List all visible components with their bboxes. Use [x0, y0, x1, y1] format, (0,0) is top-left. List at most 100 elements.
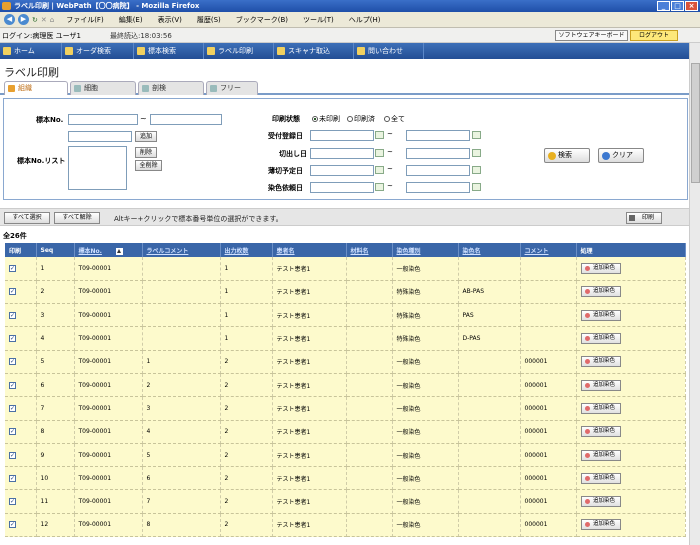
back-icon[interactable]: ◀ [4, 14, 15, 25]
close-icon[interactable]: × [685, 1, 698, 11]
cutting-to-input[interactable] [406, 148, 470, 159]
table-row[interactable]: ✓ 1 T09-00001 1 テスト患者1 一般染色 追加染色 [5, 257, 686, 281]
staining-from-input[interactable] [310, 182, 374, 193]
table-row[interactable]: ✓ 2 T09-00001 1 テスト患者1 特殊染色 AB-PAS 追加染色 [5, 280, 686, 305]
specimen-no-to-input[interactable] [150, 114, 222, 125]
delete-all-button[interactable]: 全削除 [135, 160, 162, 171]
software-keyboard-button[interactable]: ソフトウェアキーボード [555, 30, 628, 41]
clear-button[interactable]: クリア [598, 148, 644, 163]
radio-all[interactable]: 全て [384, 114, 405, 124]
table-row[interactable]: ✓ 3 T09-00001 1 テスト患者1 特殊染色 PAS 追加染色 [5, 303, 686, 328]
menu-view[interactable]: 表示(V) [155, 15, 185, 25]
print-checkbox[interactable]: ✓ [9, 428, 16, 436]
select-all-button[interactable]: すべて選択 [4, 212, 50, 224]
col-material-name[interactable]: 材料名 [346, 243, 393, 257]
tab-cell[interactable]: 細胞 [70, 81, 136, 95]
calendar-icon[interactable] [375, 183, 384, 191]
table-row[interactable]: ✓ 7 T09-00001 3 2 テスト患者1 一般染色 000001 追加染色 [5, 396, 686, 421]
deselect-all-button[interactable]: すべて解除 [54, 212, 100, 224]
table-row[interactable]: ✓ 4 T09-00001 1 テスト患者1 特殊染色 D-PAS 追加染色 [5, 326, 686, 351]
menu-tools[interactable]: ツール(T) [300, 15, 337, 25]
search-button[interactable]: 検索 [544, 148, 590, 163]
tab-tissue[interactable]: 組織 [4, 81, 68, 95]
col-output-count[interactable]: 出力枚数 [220, 243, 273, 257]
minimize-icon[interactable]: _ [657, 1, 670, 11]
add-stain-button[interactable]: 追加染色 [580, 333, 621, 345]
sort-asc-icon[interactable] [115, 247, 123, 255]
print-checkbox[interactable]: ✓ [9, 264, 16, 272]
table-row[interactable]: ✓ 5 T09-00001 1 2 テスト患者1 一般染色 000001 追加染色 [5, 350, 686, 374]
calendar-icon[interactable] [472, 149, 481, 157]
add-stain-button[interactable]: 追加染色 [580, 402, 621, 414]
calendar-icon[interactable] [472, 166, 481, 174]
add-stain-button[interactable]: 追加染色 [580, 356, 621, 368]
calendar-icon[interactable] [472, 183, 481, 191]
nav-label-print[interactable]: ラベル印刷 [204, 43, 274, 59]
col-comment[interactable]: コメント [520, 243, 577, 257]
staining-to-input[interactable] [406, 182, 470, 193]
radio-printed[interactable]: 印刷済 [347, 114, 375, 124]
add-stain-button[interactable]: 追加染色 [580, 496, 621, 508]
nav-order-search[interactable]: オーダ検索 [62, 43, 134, 59]
print-checkbox[interactable]: ✓ [9, 381, 16, 389]
add-stain-button[interactable]: 追加染色 [580, 286, 621, 298]
page-scrollbar[interactable] [689, 43, 700, 545]
print-button[interactable]: 印刷 [626, 212, 662, 224]
table-row[interactable]: ✓ 6 T09-00001 2 2 テスト患者1 一般染色 000001 追加染色 [5, 373, 686, 398]
calendar-icon[interactable] [375, 149, 384, 157]
add-stain-button[interactable]: 追加染色 [580, 449, 621, 461]
menu-history[interactable]: 履歴(S) [194, 15, 224, 25]
add-button[interactable]: 追加 [135, 131, 157, 142]
print-checkbox[interactable]: ✓ [9, 335, 16, 343]
sectioning-from-input[interactable] [310, 165, 374, 176]
table-row[interactable]: ✓ 8 T09-00001 4 2 テスト患者1 一般染色 000001 追加染色 [5, 420, 686, 444]
print-checkbox[interactable]: ✓ [9, 288, 16, 296]
add-stain-button[interactable]: 追加染色 [580, 379, 621, 391]
menu-file[interactable]: ファイル(F) [63, 15, 107, 25]
print-checkbox[interactable]: ✓ [9, 498, 16, 506]
col-label-comment[interactable]: ラベルコメント [142, 243, 221, 257]
nav-home[interactable]: ホーム [0, 43, 62, 59]
stop-icon[interactable]: ✕ [41, 16, 47, 24]
add-stain-button[interactable]: 追加染色 [580, 309, 621, 321]
delete-button[interactable]: 削除 [135, 147, 157, 158]
table-row[interactable]: ✓ 9 T09-00001 5 2 テスト患者1 一般染色 000001 追加染色 [5, 443, 686, 468]
print-checkbox[interactable]: ✓ [9, 451, 16, 459]
specimen-no-from-input[interactable] [68, 114, 138, 125]
print-checkbox[interactable]: ✓ [9, 521, 16, 529]
col-stain-name[interactable]: 染色名 [458, 243, 521, 257]
specimen-list-box[interactable] [68, 146, 127, 190]
add-stain-button[interactable]: 追加染色 [580, 519, 621, 531]
table-row[interactable]: ✓ 11 T09-00001 7 2 テスト患者1 一般染色 000001 追加染色 [5, 489, 686, 514]
reception-from-input[interactable] [310, 130, 374, 141]
add-stain-button[interactable]: 追加染色 [580, 426, 621, 438]
maximize-icon[interactable]: □ [671, 1, 684, 11]
tab-free[interactable]: フリー [206, 81, 258, 95]
cutting-from-input[interactable] [310, 148, 374, 159]
menu-help[interactable]: ヘルプ(H) [346, 15, 384, 25]
home-icon[interactable]: ⌂ [50, 16, 54, 24]
nav-specimen-search[interactable]: 標本検索 [134, 43, 204, 59]
calendar-icon[interactable] [375, 166, 384, 174]
reception-to-input[interactable] [406, 130, 470, 141]
logout-button[interactable]: ログアウト [630, 30, 678, 41]
scrollbar-thumb[interactable] [691, 63, 700, 183]
specimen-no-entry-input[interactable] [68, 131, 132, 142]
print-checkbox[interactable]: ✓ [9, 358, 16, 366]
table-row[interactable]: ✓ 12 T09-00001 8 2 テスト患者1 一般染色 000001 追加染色 [5, 513, 686, 538]
calendar-icon[interactable] [375, 131, 384, 139]
add-stain-button[interactable]: 追加染色 [580, 262, 621, 274]
reload-icon[interactable]: ↻ [32, 16, 38, 24]
print-checkbox[interactable]: ✓ [9, 311, 16, 319]
forward-icon[interactable]: ▶ [18, 14, 29, 25]
table-row[interactable]: ✓ 10 T09-00001 6 2 テスト患者1 一般染色 000001 追加染色 [5, 466, 686, 491]
print-checkbox[interactable]: ✓ [9, 404, 16, 412]
menu-bookmarks[interactable]: ブックマーク(B) [233, 15, 291, 25]
menu-edit[interactable]: 編集(E) [116, 15, 146, 25]
col-specimen-no[interactable]: 標本No. [74, 243, 143, 257]
add-stain-button[interactable]: 追加染色 [580, 472, 621, 484]
nav-scanner-import[interactable]: スキャナ取込 [274, 43, 354, 59]
col-stain-type[interactable]: 染色種別 [392, 243, 459, 257]
radio-unprinted[interactable]: 未印刷 [312, 114, 340, 124]
nav-inquiry[interactable]: 問い合わせ [354, 43, 424, 59]
